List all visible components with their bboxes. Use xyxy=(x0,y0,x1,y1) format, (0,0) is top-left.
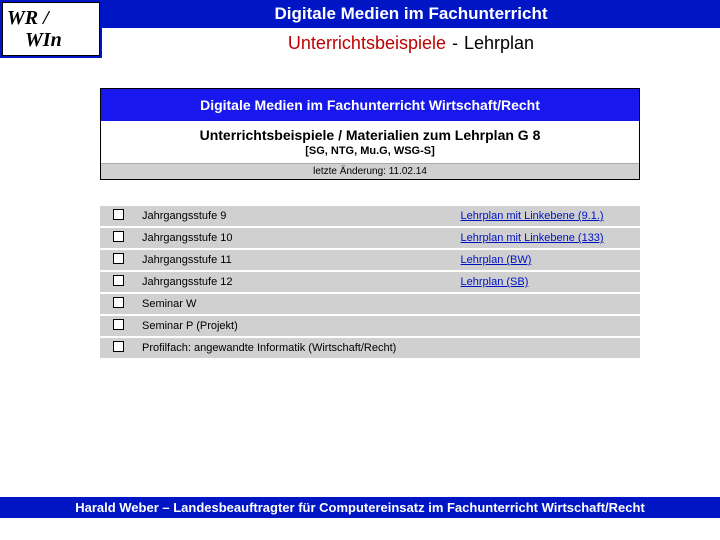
table-row: Jahrgangsstufe 12 Lehrplan (SB) xyxy=(100,271,640,293)
panel-title: Digitale Medien im Fachunterricht Wirtsc… xyxy=(101,89,639,121)
subtitle-sep: - xyxy=(452,33,458,54)
logo-box: WR / WIn xyxy=(2,2,100,56)
logo-line1: WR / xyxy=(7,7,95,29)
checkbox-cell[interactable] xyxy=(100,206,136,227)
checkbox-icon[interactable] xyxy=(113,209,124,220)
panel-meta: letzte Änderung: 11.02.14 xyxy=(101,163,639,179)
checkbox-cell[interactable] xyxy=(100,271,136,293)
checkbox-icon[interactable] xyxy=(113,231,124,242)
logo-line2: WIn xyxy=(7,29,95,51)
panel-subheading: Unterrichtsbeispiele / Materialien zum L… xyxy=(101,121,639,145)
table-row: Jahrgangsstufe 9 Lehrplan mit Linkebene (… xyxy=(100,206,640,227)
row-link-cell xyxy=(455,315,641,337)
row-label: Profilfach: angewandte Informatik (Wirts… xyxy=(136,337,455,359)
row-label: Seminar W xyxy=(136,293,455,315)
table-row: Seminar P (Projekt) xyxy=(100,315,640,337)
info-panel: Digitale Medien im Fachunterricht Wirtsc… xyxy=(100,88,640,180)
row-link-cell xyxy=(455,337,641,359)
row-label: Jahrgangsstufe 12 xyxy=(136,271,455,293)
row-link-cell: Lehrplan mit Linkebene (9.1.) xyxy=(455,206,641,227)
row-link-cell xyxy=(455,293,641,315)
row-link[interactable]: Lehrplan (SB) xyxy=(461,276,529,288)
content-area: Digitale Medien im Fachunterricht Wirtsc… xyxy=(0,58,720,360)
row-link[interactable]: Lehrplan (BW) xyxy=(461,254,532,266)
subtitle-black: Lehrplan xyxy=(464,33,534,54)
checkbox-cell[interactable] xyxy=(100,337,136,359)
row-label: Jahrgangsstufe 11 xyxy=(136,249,455,271)
checkbox-icon[interactable] xyxy=(113,275,124,286)
panel-subheading2: [SG, NTG, Mu.G, WSG-S] xyxy=(101,145,639,163)
subtitle-red: Unterrichtsbeispiele xyxy=(288,33,446,54)
page-subtitle: Unterrichtsbeispiele - Lehrplan xyxy=(102,28,720,58)
checkbox-cell[interactable] xyxy=(100,249,136,271)
checkbox-icon[interactable] xyxy=(113,253,124,264)
row-link-cell: Lehrplan (BW) xyxy=(455,249,641,271)
checkbox-cell[interactable] xyxy=(100,315,136,337)
row-label: Seminar P (Projekt) xyxy=(136,315,455,337)
checkbox-cell[interactable] xyxy=(100,293,136,315)
row-link-cell: Lehrplan (SB) xyxy=(455,271,641,293)
checkbox-icon[interactable] xyxy=(113,341,124,352)
table-row: Profilfach: angewandte Informatik (Wirts… xyxy=(100,337,640,359)
row-link[interactable]: Lehrplan mit Linkebene (133) xyxy=(461,232,604,244)
row-label: Jahrgangsstufe 9 xyxy=(136,206,455,227)
table-row: Seminar W xyxy=(100,293,640,315)
checkbox-cell[interactable] xyxy=(100,227,136,249)
header-bar: WR / WIn Digitale Medien im Fachunterric… xyxy=(0,0,720,58)
row-link[interactable]: Lehrplan mit Linkebene (9.1.) xyxy=(461,210,604,222)
row-label: Jahrgangsstufe 10 xyxy=(136,227,455,249)
page-title: Digitale Medien im Fachunterricht xyxy=(102,0,720,28)
checkbox-icon[interactable] xyxy=(113,319,124,330)
list-table: Jahrgangsstufe 9 Lehrplan mit Linkebene (… xyxy=(100,206,640,360)
header-right: Digitale Medien im Fachunterricht Unterr… xyxy=(102,0,720,58)
footer-bar: Harald Weber – Landesbeauftragter für Co… xyxy=(0,497,720,518)
table-row: Jahrgangsstufe 11 Lehrplan (BW) xyxy=(100,249,640,271)
row-link-cell: Lehrplan mit Linkebene (133) xyxy=(455,227,641,249)
table-row: Jahrgangsstufe 10 Lehrplan mit Linkebene … xyxy=(100,227,640,249)
checkbox-icon[interactable] xyxy=(113,297,124,308)
